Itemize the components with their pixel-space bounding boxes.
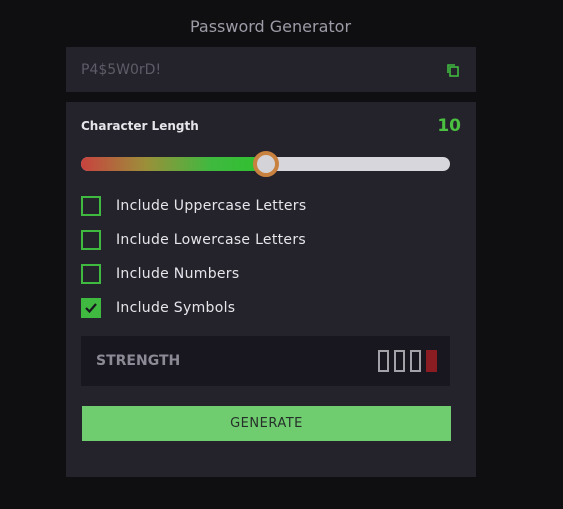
checkbox[interactable] xyxy=(81,196,101,216)
copy-icon[interactable] xyxy=(445,62,461,78)
strength-bar xyxy=(394,350,405,372)
length-label: Character Length xyxy=(81,119,199,133)
checkbox[interactable] xyxy=(81,230,101,250)
checkbox[interactable] xyxy=(81,264,101,284)
checkbox[interactable] xyxy=(81,298,101,318)
strength-bar xyxy=(426,350,437,372)
option-label: Include Symbols xyxy=(116,300,236,316)
option-2[interactable]: Include Numbers xyxy=(81,264,461,284)
strength-bar xyxy=(410,350,421,372)
strength-bar xyxy=(378,350,389,372)
app-title: Password Generator xyxy=(189,17,352,36)
generate-button[interactable]: GENERATE xyxy=(82,406,451,441)
length-value: 10 xyxy=(437,116,461,136)
strength-label: STRENGTH xyxy=(96,353,181,369)
strength-bars xyxy=(378,350,437,372)
settings-panel: Character Length 10 Include Uppercase Le… xyxy=(66,102,476,477)
option-0[interactable]: Include Uppercase Letters xyxy=(81,196,461,216)
password-text: P4$5W0rD! xyxy=(81,61,162,78)
option-label: Include Numbers xyxy=(116,266,240,282)
option-1[interactable]: Include Lowercase Letters xyxy=(81,230,461,250)
option-3[interactable]: Include Symbols xyxy=(81,298,461,318)
option-label: Include Uppercase Letters xyxy=(116,198,307,214)
length-row: Character Length 10 xyxy=(81,116,461,136)
option-label: Include Lowercase Letters xyxy=(116,232,306,248)
strength-meter: STRENGTH xyxy=(81,336,450,386)
password-output: P4$5W0rD! xyxy=(66,47,476,92)
length-slider[interactable] xyxy=(81,151,450,177)
checkmark-icon xyxy=(85,303,97,314)
slider-thumb[interactable] xyxy=(252,151,279,177)
options-list: Include Uppercase Letters Include Lowerca… xyxy=(81,196,461,332)
slider-fill xyxy=(81,157,266,171)
